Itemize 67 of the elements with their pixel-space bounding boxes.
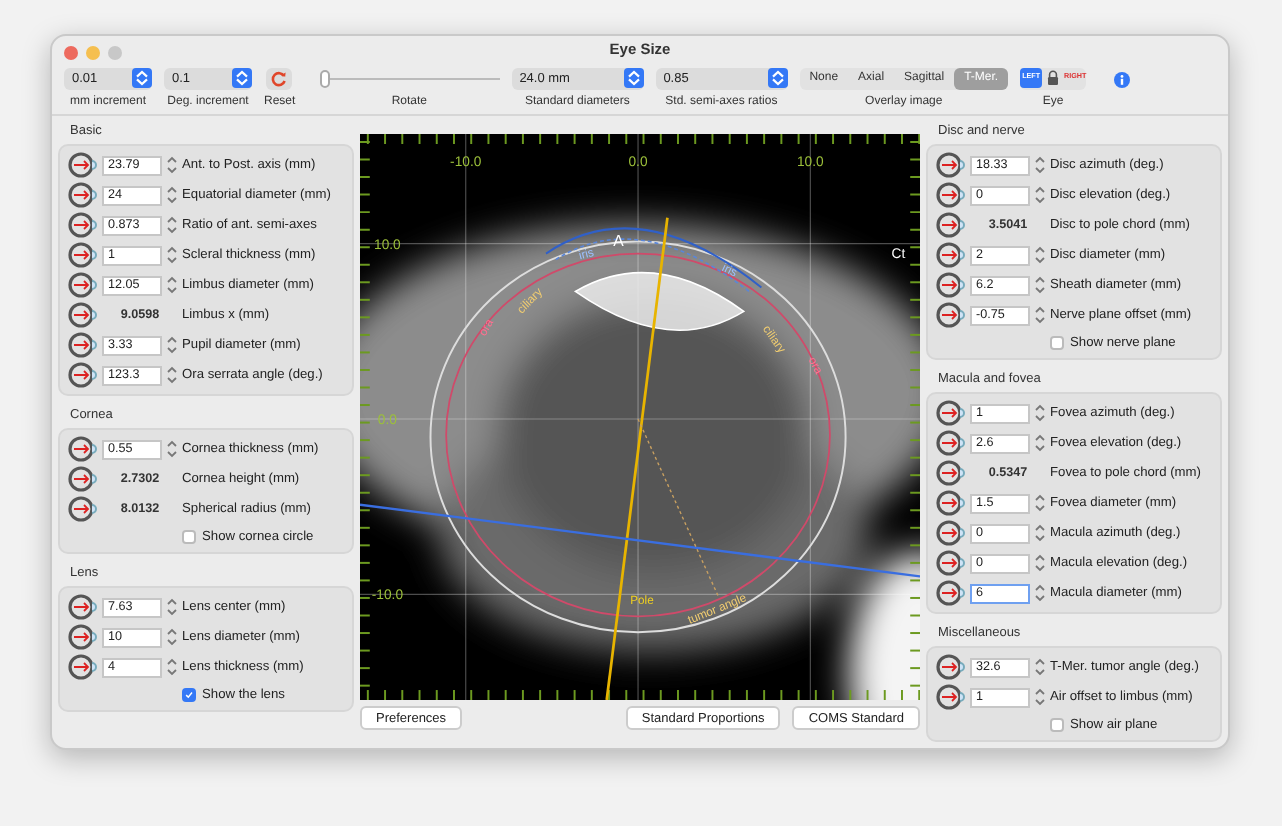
stepper[interactable] <box>166 334 178 356</box>
stepper[interactable] <box>1034 656 1046 678</box>
stepper[interactable] <box>1034 492 1046 514</box>
eye-diagram-icon <box>66 240 98 270</box>
slider-thumb[interactable] <box>319 69 330 88</box>
eye-diagram-icon <box>66 494 98 524</box>
eye-diagram-icon <box>66 210 98 240</box>
updown-chevron-icon <box>767 68 788 89</box>
stepper[interactable] <box>166 626 178 648</box>
eye-diagram-icon <box>66 180 98 210</box>
updown-chevron-icon <box>232 68 252 89</box>
stepper[interactable] <box>166 596 178 618</box>
eye-diagram-icon <box>66 464 98 494</box>
stepper[interactable] <box>166 274 178 296</box>
checkbox[interactable] <box>1050 335 1064 349</box>
eye-diagram-icon <box>66 622 98 652</box>
eye-diagram-icon <box>66 300 98 330</box>
circular-arrow-icon <box>270 69 289 88</box>
stepper[interactable] <box>1034 582 1046 604</box>
stepper[interactable] <box>1034 686 1046 708</box>
eye-diagram-icon <box>66 592 98 622</box>
eye-diagram-icon <box>934 270 966 300</box>
checkbox[interactable] <box>1050 717 1064 731</box>
reset-button[interactable] <box>266 67 293 90</box>
eye-diagram-icon <box>934 398 966 428</box>
eye-diagram-icon <box>66 360 98 390</box>
eye-diagram-icon <box>934 240 966 270</box>
stepper[interactable] <box>166 214 178 236</box>
stepper[interactable] <box>166 184 178 206</box>
eye-diagram-icon <box>934 428 966 458</box>
stepper[interactable] <box>1034 432 1046 454</box>
eye-diagram-icon <box>934 488 966 518</box>
eye-diagram-icon <box>934 300 966 330</box>
eye-diagram-icon <box>66 270 98 300</box>
eye-diagram-icon <box>934 210 966 240</box>
stepper[interactable] <box>1034 184 1046 206</box>
eye-diagram-icon <box>66 150 98 180</box>
stepper[interactable] <box>1034 522 1046 544</box>
close-button[interactable] <box>64 46 78 60</box>
rotate-slider[interactable] <box>319 67 500 90</box>
eye-diagram-icon <box>934 548 966 578</box>
eye-diagram-icon <box>934 518 966 548</box>
stepper[interactable] <box>1034 552 1046 574</box>
checkbox[interactable] <box>182 687 196 701</box>
eye-diagram-icon <box>934 180 966 210</box>
eye-diagram-icon <box>934 682 966 712</box>
stepper[interactable] <box>166 364 178 386</box>
updown-chevron-icon <box>623 68 644 89</box>
eye-diagram-icon <box>934 652 966 682</box>
eye-diagram-icon <box>66 434 98 464</box>
eye-diagram-icon <box>66 330 98 360</box>
stepper[interactable] <box>1034 274 1046 296</box>
stepper[interactable] <box>166 656 178 678</box>
checkbox[interactable] <box>182 529 196 543</box>
eye-diagram-icon <box>934 150 966 180</box>
stepper[interactable] <box>1034 244 1046 266</box>
stepper[interactable] <box>166 244 178 266</box>
stepper[interactable] <box>1034 154 1046 176</box>
eye-diagram-icon <box>66 652 98 682</box>
eye-diagram-icon <box>934 458 966 488</box>
stepper[interactable] <box>1034 402 1046 424</box>
eye-diagram-icon <box>934 578 966 608</box>
stepper[interactable] <box>166 438 178 460</box>
info-icon[interactable] <box>1114 71 1131 88</box>
stepper[interactable] <box>1034 304 1046 326</box>
stepper[interactable] <box>166 154 178 176</box>
updown-chevron-icon <box>132 68 152 89</box>
